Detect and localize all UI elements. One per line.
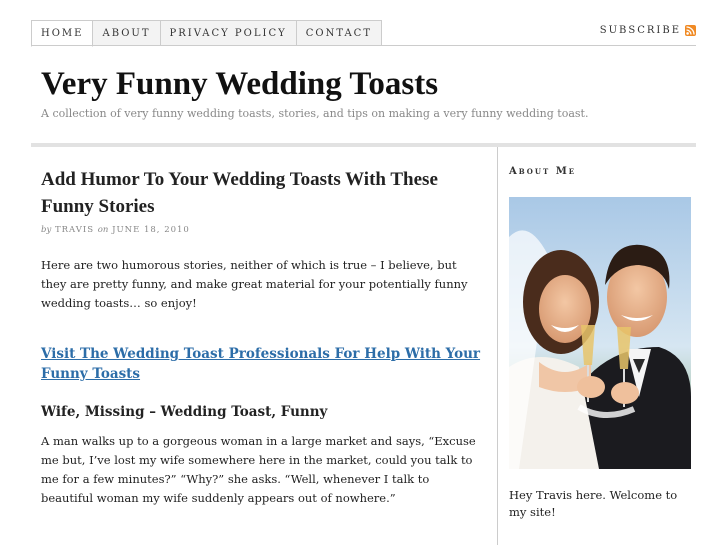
main-nav: HOME ABOUT PRIVACY POLICY CONTACT [31, 20, 382, 47]
post-title[interactable]: Add Humor To Your Wedding Toasts With Th… [41, 166, 481, 220]
site-tagline: A collection of very funny wedding toast… [41, 107, 589, 120]
welcome-text: Hey Travis here. Welcome to my site! [509, 488, 678, 519]
subscribe-link[interactable]: SUBSCRIBE [600, 25, 696, 36]
post-intro: Here are two humorous stories, neither o… [41, 258, 468, 310]
subscribe-label: SUBSCRIBE [599, 25, 681, 36]
header-divider [31, 143, 696, 147]
site-title[interactable]: Very Funny Wedding Toasts [41, 66, 438, 103]
couple-photo [509, 197, 691, 469]
post-byline: by TRAVIS on JUNE 18, 2010 [41, 225, 481, 235]
nav-privacy-policy[interactable]: PRIVACY POLICY [160, 20, 297, 45]
sidebar-divider [497, 147, 498, 545]
byline-by: by [41, 225, 52, 235]
about-me-title: About Me [509, 166, 577, 177]
nav-contact[interactable]: CONTACT [296, 20, 382, 45]
nav-divider [31, 45, 696, 46]
nav-home[interactable]: HOME [31, 20, 94, 47]
rss-icon [685, 25, 696, 36]
story-heading: Wife, Missing – Wedding Toast, Funny [41, 404, 328, 420]
byline-date: JUNE 18, 2010 [112, 225, 190, 235]
nav-about[interactable]: ABOUT [93, 20, 161, 45]
story-text: A man walks up to a gorgeous woman in a … [41, 434, 476, 505]
byline-author[interactable]: TRAVIS [55, 225, 94, 235]
byline-on: on [97, 225, 109, 235]
promo-link[interactable]: Visit The Wedding Toast Professionals Fo… [41, 344, 481, 384]
sidebar: About Me Hey Travis here. Welcome to my … [509, 166, 694, 521]
main-content: Add Humor To Your Wedding Toasts With Th… [41, 166, 481, 508]
